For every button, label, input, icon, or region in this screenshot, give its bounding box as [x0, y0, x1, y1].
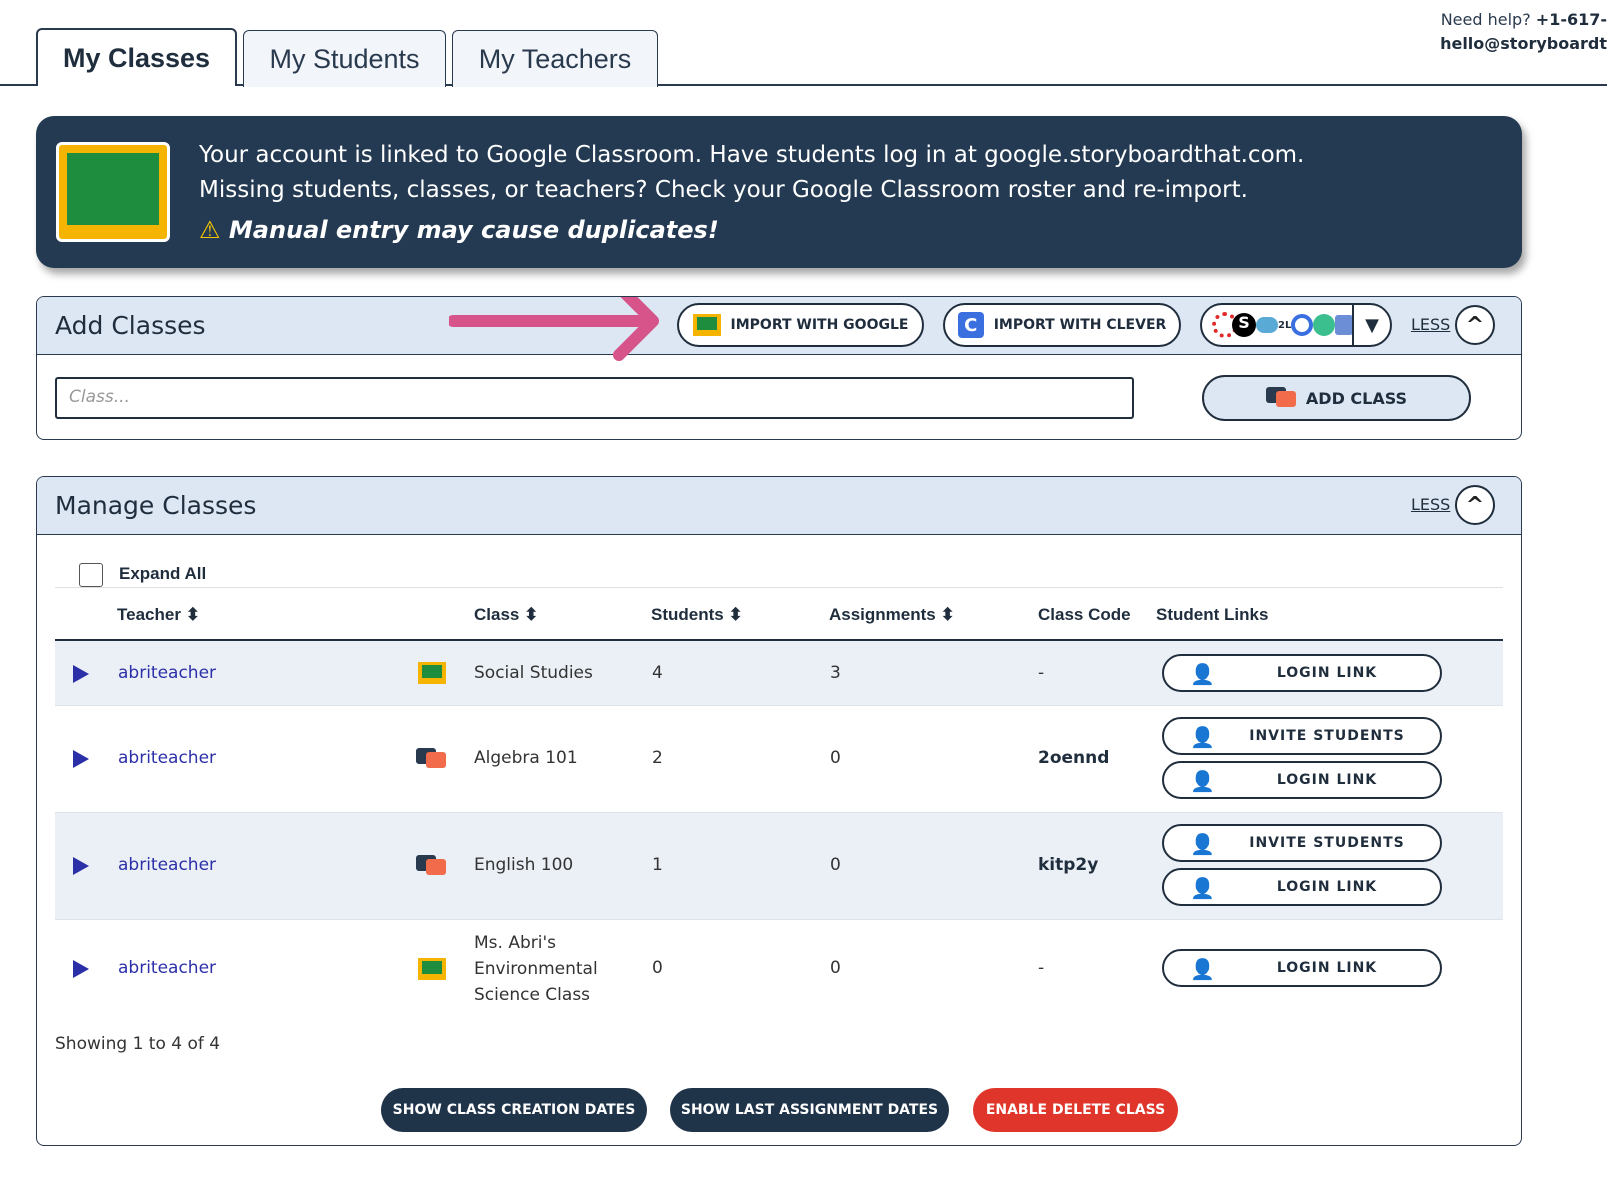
- expand-row-icon[interactable]: [73, 857, 89, 875]
- student-count: 1: [652, 855, 663, 875]
- class-code: 2oennd: [1038, 748, 1110, 768]
- expand-row-icon[interactable]: [73, 665, 89, 683]
- import-google-button[interactable]: IMPORT WITH GOOGLE: [677, 303, 924, 347]
- assignment-count: 0: [830, 748, 841, 768]
- manage-classes-title: Manage Classes: [55, 491, 257, 520]
- class-chat-icon: [416, 748, 446, 770]
- banner-warning: Manual entry may cause duplicates!: [228, 216, 719, 244]
- header-students[interactable]: Students ⬍: [651, 605, 743, 625]
- table-row: abriteacher Social Studies 4 3 - 👤 LOGIN …: [55, 641, 1503, 706]
- expand-row-icon[interactable]: [73, 750, 89, 768]
- help-prefix: Need help?: [1440, 10, 1531, 29]
- login-link-button[interactable]: 👤 LOGIN LINK: [1162, 868, 1442, 906]
- header-class[interactable]: Class ⬍: [474, 605, 538, 625]
- sort-icon[interactable]: ⬍: [524, 605, 538, 624]
- student-count: 0: [652, 958, 663, 978]
- class-name: Algebra 101: [474, 748, 578, 768]
- login-link-button[interactable]: 👤 LOGIN LINK: [1162, 654, 1442, 692]
- collapse-up-icon[interactable]: ^: [1455, 305, 1495, 345]
- student-count: 2: [652, 748, 663, 768]
- tab-my-classes[interactable]: My Classes: [36, 28, 237, 86]
- header-assignments[interactable]: Assignments ⬍: [829, 605, 955, 625]
- import-clever-button[interactable]: C IMPORT WITH CLEVER: [943, 303, 1181, 347]
- add-class-label: ADD CLASS: [1305, 388, 1408, 408]
- other-integrations-dropdown[interactable]: S 2L ▼: [1200, 303, 1392, 347]
- student-count: 4: [652, 663, 663, 683]
- enable-delete-class-button[interactable]: ENABLE DELETE CLASS: [973, 1088, 1178, 1132]
- manage-classes-panel: Manage Classes LESS ^ Expand All Teacher…: [36, 476, 1522, 1146]
- class-code: -: [1038, 663, 1045, 683]
- expand-row-icon[interactable]: [73, 960, 89, 978]
- banner-line-1: Your account is linked to Google Classro…: [199, 142, 1305, 168]
- login-link-button[interactable]: 👤 LOGIN LINK: [1162, 761, 1442, 799]
- itslearning-icon: 2L: [1278, 319, 1292, 331]
- sort-icon[interactable]: ⬍: [728, 605, 742, 624]
- invite-students-button[interactable]: 👤 INVITE STUDENTS: [1162, 717, 1442, 755]
- arrow-annotation-icon: [449, 297, 659, 361]
- classlink-icon: [1291, 314, 1314, 336]
- table-row: abriteacher English 100 1 0 kitp2y 👤 INVI…: [55, 813, 1503, 920]
- login-link-button[interactable]: 👤 LOGIN LINK: [1162, 949, 1442, 987]
- help-email[interactable]: hello@storyboardt: [1440, 34, 1607, 53]
- schoology-icon: S: [1232, 313, 1256, 337]
- clever-icon: C: [957, 312, 984, 338]
- teacher-link[interactable]: abriteacher: [118, 663, 216, 683]
- class-chat-icon: [416, 855, 446, 877]
- tab-my-students[interactable]: My Students: [243, 30, 446, 87]
- tab-my-teachers[interactable]: My Teachers: [452, 30, 658, 87]
- show-last-assignment-dates-button[interactable]: SHOW LAST ASSIGNMENT DATES: [670, 1088, 949, 1132]
- cloud-icon: [1256, 317, 1278, 333]
- expand-all-label: Expand All: [119, 564, 207, 583]
- header-student-links: Student Links: [1156, 605, 1269, 624]
- sort-icon[interactable]: ⬍: [940, 605, 954, 624]
- google-classroom-logo: [56, 142, 170, 242]
- header-teacher[interactable]: Teacher ⬍: [117, 605, 200, 625]
- google-classroom-banner: Your account is linked to Google Classro…: [36, 116, 1522, 268]
- import-clever-label: IMPORT WITH CLEVER: [993, 317, 1167, 333]
- table-row: abriteacher Algebra 101 2 0 2oennd 👤 INVI…: [55, 706, 1503, 813]
- assignment-count: 3: [830, 663, 841, 683]
- teacher-link[interactable]: abriteacher: [118, 748, 216, 768]
- add-class-button[interactable]: ADD CLASS: [1202, 375, 1471, 421]
- class-code: -: [1038, 958, 1045, 978]
- assignment-count: 0: [830, 958, 841, 978]
- header-class-code: Class Code: [1038, 605, 1131, 624]
- class-name: English 100: [474, 855, 574, 875]
- blackbaud-icon: [1313, 314, 1336, 336]
- chevron-down-icon[interactable]: ▼: [1352, 305, 1390, 345]
- collapse-up-icon[interactable]: ^: [1455, 485, 1495, 525]
- table-row: abriteacher Ms. Abri's Environmental Sci…: [55, 920, 1503, 1020]
- google-classroom-icon: [418, 662, 446, 684]
- class-name-input[interactable]: Class...: [55, 377, 1134, 419]
- skyward-icon: [1335, 315, 1354, 335]
- invite-students-button[interactable]: 👤 INVITE STUDENTS: [1162, 824, 1442, 862]
- teacher-link[interactable]: abriteacher: [118, 855, 216, 875]
- class-code: kitp2y: [1038, 855, 1099, 875]
- banner-line-2: Missing students, classes, or teachers? …: [199, 177, 1248, 203]
- google-classroom-icon: [692, 314, 721, 336]
- show-class-creation-dates-button[interactable]: SHOW CLASS CREATION DATES: [381, 1088, 647, 1132]
- teacher-link[interactable]: abriteacher: [118, 958, 216, 978]
- class-name: Ms. Abri's Environmental Science Class: [474, 933, 598, 1005]
- add-classes-title: Add Classes: [55, 311, 206, 340]
- google-classroom-icon: [418, 958, 446, 980]
- expand-all-checkbox[interactable]: [79, 563, 103, 587]
- pagination-info: Showing 1 to 4 of 4: [55, 1034, 221, 1054]
- sort-icon[interactable]: ⬍: [186, 605, 200, 624]
- assignment-count: 0: [830, 855, 841, 875]
- import-google-label: IMPORT WITH GOOGLE: [730, 317, 909, 333]
- add-classes-panel: Add Classes IMPORT WITH GOOGLE C IMPORT W…: [36, 296, 1522, 440]
- class-chat-icon: [1265, 387, 1296, 409]
- help-contact: Need help? +1-617- hello@storyboardt: [1347, 8, 1607, 56]
- class-name: Social Studies: [474, 663, 593, 683]
- warning-icon: ⚠: [199, 216, 221, 244]
- add-less-link[interactable]: LESS: [1411, 315, 1450, 334]
- manage-less-link[interactable]: LESS: [1411, 495, 1450, 514]
- help-phone[interactable]: +1-617-: [1536, 10, 1607, 29]
